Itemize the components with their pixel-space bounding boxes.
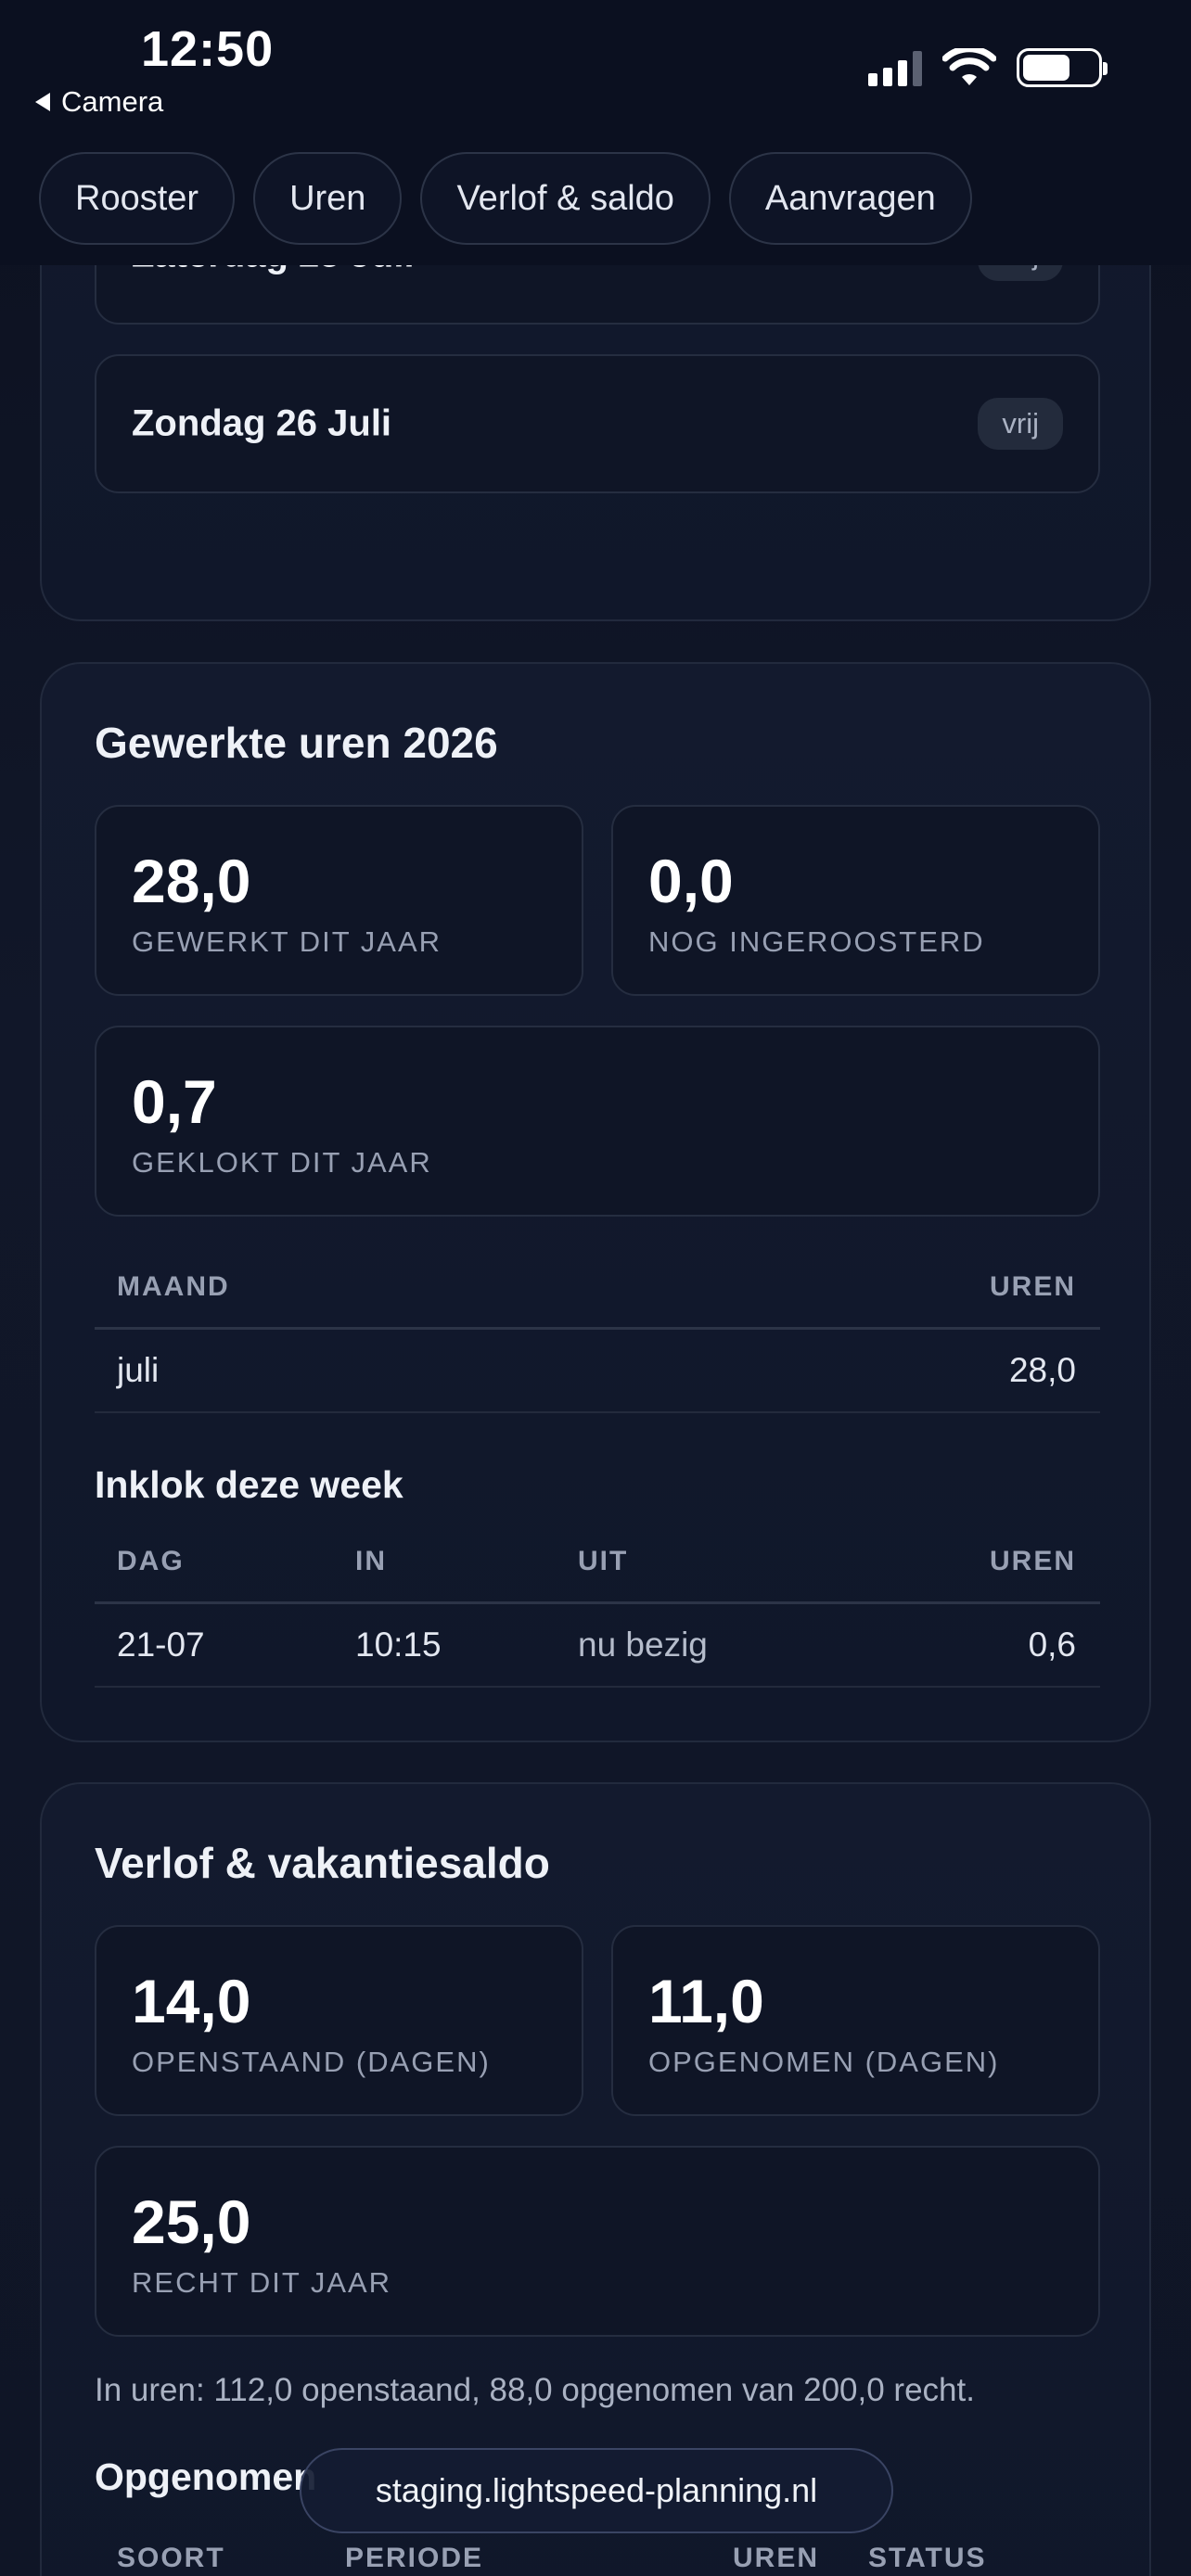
column-header: STATUS bbox=[868, 2543, 987, 2573]
cell-day: 21-07 bbox=[117, 1626, 205, 1664]
column-header: IN bbox=[355, 1545, 387, 1576]
leave-balance-title: Verlof & vakantiesaldo bbox=[95, 1839, 550, 1887]
status-icons bbox=[868, 48, 1108, 87]
column-header: UREN bbox=[733, 2543, 820, 2573]
tab-rooster[interactable]: Rooster bbox=[39, 152, 236, 245]
cell-hours: 28,0 bbox=[1008, 1351, 1076, 1389]
browser-url-bar[interactable]: staging.lightspeed-planning.nl bbox=[300, 2448, 893, 2533]
cell-in: 10:15 bbox=[355, 1626, 442, 1664]
column-header: PERIODE bbox=[345, 2543, 484, 2573]
day-label: Zondag 26 Juli bbox=[132, 402, 392, 444]
worked-hours-card: Gewerkte uren 2026 28,0 GEWERKT DIT JAAR… bbox=[40, 662, 1151, 1742]
hours-summary-note: In uren: 112,0 openstaand, 88,0 opgenome… bbox=[95, 2372, 975, 2408]
stat-label: NOG INGEROOSTERD bbox=[648, 925, 985, 958]
stat-open-days: 14,0 OPENSTAAND (DAGEN) bbox=[95, 1925, 583, 2116]
cellular-signal-icon bbox=[868, 49, 922, 86]
column-header: DAG bbox=[117, 1545, 185, 1576]
column-header: SOORT bbox=[117, 2543, 225, 2573]
table-header: DAG IN UIT UREN bbox=[95, 1521, 1100, 1604]
back-label: Camera bbox=[61, 85, 164, 118]
column-header: MAAND bbox=[117, 1270, 230, 1302]
column-header: UREN bbox=[989, 1270, 1076, 1302]
clock-in-table: DAG IN UIT UREN 21-07 10:15 nu bezig 0,6 bbox=[95, 1521, 1100, 1688]
stat-still-scheduled: 0,0 NOG INGEROOSTERD bbox=[611, 805, 1100, 996]
table-row: juli 28,0 bbox=[95, 1330, 1100, 1413]
back-to-camera-link[interactable]: Camera bbox=[35, 85, 163, 119]
app-header: 12:50 Camera Rooster Uren Verlof & saldo… bbox=[0, 0, 1191, 265]
stat-label: OPGENOMEN (DAGEN) bbox=[648, 2046, 1000, 2078]
stat-label: OPENSTAAND (DAGEN) bbox=[132, 2046, 491, 2078]
table-header: MAAND UREN bbox=[95, 1246, 1100, 1330]
taken-leave-title: Opgenomen bbox=[95, 2455, 317, 2498]
stat-value: 11,0 bbox=[648, 1967, 764, 2035]
stat-entitlement-this-year: 25,0 RECHT DIT JAAR bbox=[95, 2146, 1100, 2337]
stat-value: 14,0 bbox=[132, 1967, 251, 2035]
wifi-icon bbox=[942, 48, 996, 85]
cell-month: juli bbox=[117, 1351, 160, 1389]
stat-worked-this-year: 28,0 GEWERKT DIT JAAR bbox=[95, 805, 583, 996]
tab-verlof-saldo[interactable]: Verlof & saldo bbox=[420, 152, 711, 245]
app-page: 12:50 Camera Rooster Uren Verlof & saldo… bbox=[0, 0, 1191, 2576]
cell-out: nu bezig bbox=[578, 1626, 708, 1664]
status-time: 12:50 bbox=[141, 21, 275, 77]
worked-hours-title: Gewerkte uren 2026 bbox=[95, 719, 498, 767]
status-badge: vrij bbox=[978, 398, 1063, 450]
stat-value: 25,0 bbox=[132, 2187, 251, 2256]
stat-taken-days: 11,0 OPGENOMEN (DAGEN) bbox=[611, 1925, 1100, 2116]
battery-icon bbox=[1017, 48, 1108, 87]
back-arrow-icon bbox=[35, 93, 50, 111]
tab-bar: Rooster Uren Verlof & saldo Aanvragen bbox=[39, 152, 972, 245]
day-row-sunday[interactable]: Zondag 26 Juli vrij bbox=[95, 354, 1100, 493]
column-header: UIT bbox=[578, 1545, 629, 1576]
tab-uren[interactable]: Uren bbox=[253, 152, 403, 245]
stat-value: 0,0 bbox=[648, 847, 734, 915]
stat-label: RECHT DIT JAAR bbox=[132, 2266, 392, 2299]
tab-aanvragen[interactable]: Aanvragen bbox=[728, 152, 972, 245]
cell-hours: 0,6 bbox=[1028, 1626, 1076, 1664]
stat-clocked-this-year: 0,7 GEKLOKT DIT JAAR bbox=[95, 1026, 1100, 1217]
table-row: 21-07 10:15 nu bezig 0,6 bbox=[95, 1604, 1100, 1688]
stat-value: 28,0 bbox=[132, 847, 251, 915]
stat-value: 0,7 bbox=[132, 1067, 217, 1136]
clock-in-title: Inklok deze week bbox=[95, 1463, 403, 1506]
column-header: UREN bbox=[989, 1545, 1076, 1576]
month-hours-table: MAAND UREN juli 28,0 bbox=[95, 1246, 1100, 1413]
stat-label: GEKLOKT DIT JAAR bbox=[132, 1146, 432, 1179]
stat-label: GEWERKT DIT JAAR bbox=[132, 925, 442, 958]
